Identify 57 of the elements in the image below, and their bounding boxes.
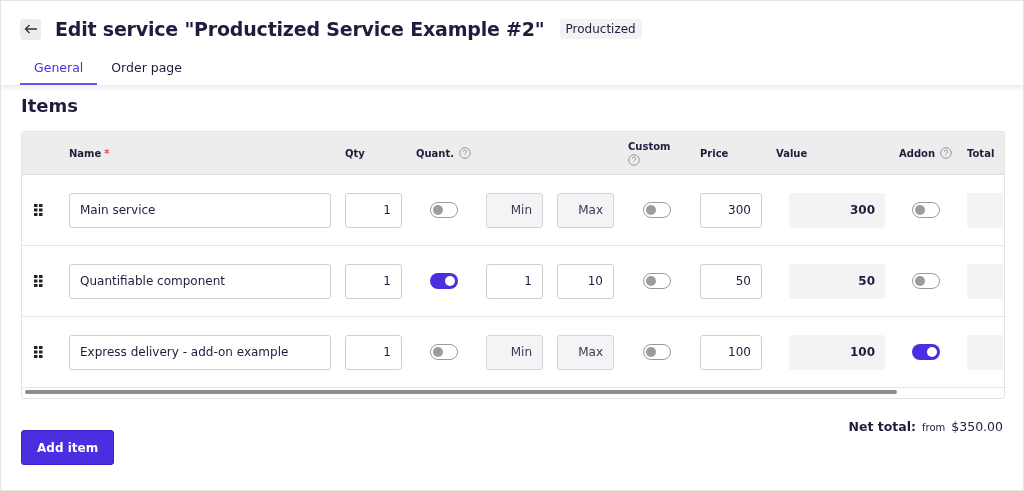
price-field[interactable]: 100 <box>700 334 762 370</box>
price-field[interactable]: 50 <box>700 263 762 299</box>
back-button[interactable] <box>20 18 41 40</box>
section-title: Items <box>21 95 79 116</box>
column-header: Value <box>776 147 808 159</box>
required-mark: * <box>104 147 110 159</box>
column-header: Addon <box>899 147 936 159</box>
add-item-button[interactable]: Add item <box>21 430 115 465</box>
name-field[interactable]: Express delivery - add-on example <box>69 334 331 370</box>
value-field: 50 <box>789 263 885 299</box>
total-field <box>967 263 1003 299</box>
drag-handle-icon[interactable] <box>34 204 43 216</box>
addon-toggle[interactable] <box>912 344 940 360</box>
qty-field[interactable]: 1 <box>345 192 402 228</box>
help-icon[interactable] <box>628 153 640 166</box>
quantifiable-toggle[interactable] <box>430 344 458 360</box>
quantifiable-toggle[interactable] <box>430 273 458 289</box>
drag-handle-icon[interactable] <box>34 346 43 358</box>
help-icon[interactable] <box>459 147 472 159</box>
min-field[interactable]: Min <box>486 334 543 370</box>
quantifiable-toggle[interactable] <box>430 202 458 218</box>
column-header: Qty <box>345 147 365 159</box>
max-field[interactable]: Max <box>557 334 614 370</box>
min-field[interactable]: 1 <box>486 263 543 299</box>
custom-toggle[interactable] <box>643 202 671 218</box>
net-total-amount: $350.00 <box>951 419 1003 434</box>
addon-toggle[interactable] <box>912 273 940 289</box>
net-total-label: Net total: <box>848 419 916 434</box>
tab[interactable]: General <box>20 60 98 85</box>
column-header: Total <box>967 147 995 159</box>
drag-handle-icon[interactable] <box>34 275 43 287</box>
total-field <box>967 192 1003 228</box>
column-header: Quant. <box>416 147 455 159</box>
column-header: Name <box>69 147 102 159</box>
column-header: Price <box>700 147 729 159</box>
value-field: 100 <box>789 334 885 370</box>
scrollbar[interactable] <box>25 390 897 394</box>
custom-toggle[interactable] <box>643 344 671 360</box>
column-header: Custom <box>628 140 671 152</box>
tab[interactable]: Order page <box>97 60 196 85</box>
min-field[interactable]: Min <box>486 192 543 228</box>
qty-field[interactable]: 1 <box>345 263 402 299</box>
page-title: Edit service "Productized Service Example #2" <box>55 18 545 40</box>
total-field <box>967 334 1003 370</box>
type-badge: Productized <box>559 19 642 39</box>
net-total-prefix: from <box>922 422 946 433</box>
name-field[interactable]: Quantifiable component <box>69 263 331 299</box>
custom-toggle[interactable] <box>643 273 671 289</box>
addon-toggle[interactable] <box>912 202 940 218</box>
qty-field[interactable]: 1 <box>345 334 402 370</box>
max-field[interactable]: 10 <box>557 263 614 299</box>
max-field[interactable]: Max <box>557 192 614 228</box>
name-field[interactable]: Main service <box>69 192 331 228</box>
help-icon[interactable] <box>940 147 953 159</box>
value-field: 300 <box>789 192 885 228</box>
back-arrow-icon <box>23 24 38 34</box>
price-field[interactable]: 300 <box>700 192 762 228</box>
